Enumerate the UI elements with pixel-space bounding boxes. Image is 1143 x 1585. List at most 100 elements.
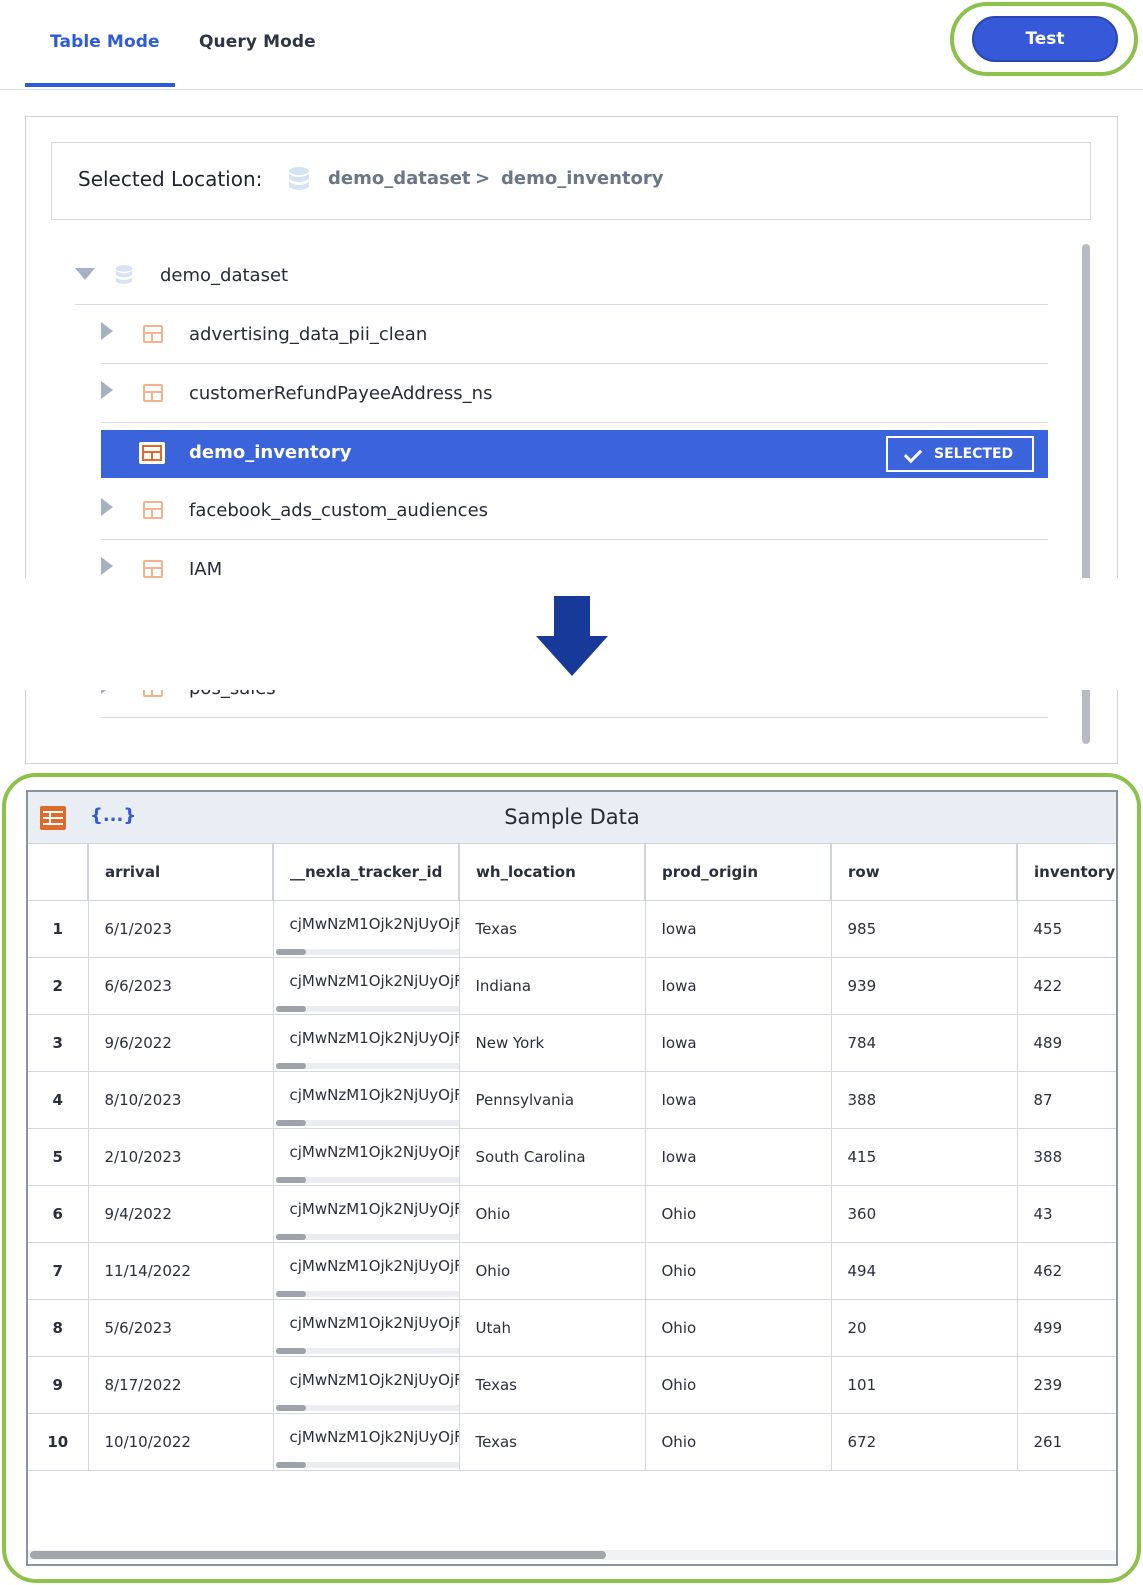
tree-root-dataset[interactable]: demo_dataset — [75, 247, 1048, 305]
tree-item-label: facebook_ads_custom_audiences — [189, 500, 489, 521]
table-cell: 672 — [831, 1413, 1018, 1471]
table-cell: cjMwNzM1Ojk2NjUyOjFy — [273, 1242, 460, 1300]
table-cell: Pennsylvania — [459, 1071, 646, 1129]
cell-scrollbar[interactable] — [275, 1176, 458, 1183]
table-cell: 6/1/2023 — [88, 900, 274, 958]
column-header[interactable]: wh_location — [459, 844, 646, 901]
check-icon — [903, 444, 923, 464]
table-cell: Utah — [459, 1299, 646, 1357]
caret-right-icon[interactable] — [101, 322, 113, 340]
caret-right-icon[interactable] — [101, 557, 113, 575]
table-cell: 489 — [1017, 1014, 1116, 1072]
caret-right-icon[interactable] — [101, 381, 113, 399]
test-button[interactable]: Test — [972, 16, 1118, 62]
tracker-id-text: cjMwNzM1Ojk2NjUyOjFy — [289, 1427, 459, 1446]
column-header[interactable]: row — [831, 844, 1018, 901]
table-cell: 10/10/2022 — [88, 1413, 274, 1471]
table-row: 6 9/4/2022 cjMwNzM1Ojk2NjUyOjFy Ohio Ohio 360… — [28, 1185, 1116, 1243]
table-icon — [143, 325, 163, 343]
table-cell: Iowa — [645, 900, 832, 958]
row-index: 3 — [28, 1014, 89, 1072]
row-index: 6 — [28, 1185, 89, 1243]
table-header-row: arrival __nexla_tracker_id wh_location p… — [28, 844, 1116, 901]
breadcrumb-table[interactable]: demo_inventory — [501, 168, 664, 189]
table-cell: cjMwNzM1Ojk2NjUyOjFy — [273, 1413, 460, 1471]
table-row: 10 10/10/2022 cjMwNzM1Ojk2NjUyOjFy Texas Ohi… — [28, 1413, 1116, 1471]
table-horizontal-scrollbar[interactable] — [28, 1550, 1116, 1560]
table-icon — [143, 384, 163, 402]
cell-scrollbar[interactable] — [275, 1404, 458, 1411]
table-icon — [143, 560, 163, 578]
tab-query-mode[interactable]: Query Mode — [199, 32, 316, 52]
table-cell: 388 — [831, 1071, 1018, 1129]
database-icon — [115, 265, 133, 284]
table-row: 9 8/17/2022 cjMwNzM1Ojk2NjUyOjFy Texas Ohio 1… — [28, 1356, 1116, 1414]
breadcrumb-dataset[interactable]: demo_dataset — [328, 168, 471, 189]
tracker-id-text: cjMwNzM1Ojk2NjUyOjFy — [289, 1028, 459, 1047]
column-header-index — [28, 844, 89, 901]
table-cell: 8/17/2022 — [88, 1356, 274, 1414]
table-cell: 985 — [831, 900, 1018, 958]
table-cell: 784 — [831, 1014, 1018, 1072]
tree-item[interactable]: advertising_data_pii_clean — [101, 306, 1048, 364]
cell-scrollbar[interactable] — [275, 1461, 458, 1468]
row-index: 10 — [28, 1413, 89, 1471]
column-header[interactable]: __nexla_tracker_id — [273, 844, 460, 901]
table-cell: Iowa — [645, 1014, 832, 1072]
table-cell: Texas — [459, 1356, 646, 1414]
table-cell: cjMwNzM1Ojk2NjUyOjFy — [273, 1356, 460, 1414]
json-view-icon[interactable]: {...} — [90, 805, 136, 826]
table-cell: 455 — [1017, 900, 1116, 958]
table-row: 7 11/14/2022 cjMwNzM1Ojk2NjUyOjFy Ohio Ohio 4… — [28, 1242, 1116, 1300]
table-cell: 8/10/2023 — [88, 1071, 274, 1129]
row-index: 9 — [28, 1356, 89, 1414]
sample-data-panel: Sample Data {...} arrival __nexla_tracke… — [26, 790, 1118, 1566]
cell-scrollbar[interactable] — [275, 1347, 458, 1354]
table-cell: South Carolina — [459, 1128, 646, 1186]
cell-scrollbar[interactable] — [275, 1290, 458, 1297]
caret-down-icon[interactable] — [75, 268, 95, 280]
cell-scrollbar[interactable] — [275, 1233, 458, 1240]
table-cell: Texas — [459, 900, 646, 958]
table-cell: cjMwNzM1Ojk2NjUyOjFy — [273, 1014, 460, 1072]
cell-scrollbar[interactable] — [275, 948, 458, 955]
table-cell: Texas — [459, 1413, 646, 1471]
column-header[interactable]: arrival — [88, 844, 274, 901]
sample-data-table: arrival __nexla_tracker_id wh_location p… — [28, 844, 1116, 1471]
caret-right-icon[interactable] — [101, 498, 113, 516]
tracker-id-text: cjMwNzM1Ojk2NjUyOjFy — [289, 914, 459, 933]
active-tab-indicator — [25, 83, 175, 87]
table-row: 8 5/6/2023 cjMwNzM1Ojk2NjUyOjFy Utah Ohio 20 4… — [28, 1299, 1116, 1357]
row-index: 4 — [28, 1071, 89, 1129]
selected-badge: SELECTED — [886, 436, 1034, 472]
row-index: 1 — [28, 900, 89, 958]
table-icon — [139, 442, 165, 464]
table-cell: Ohio — [645, 1356, 832, 1414]
cell-scrollbar[interactable] — [275, 1062, 458, 1069]
table-cell: Ohio — [645, 1413, 832, 1471]
row-index: 2 — [28, 957, 89, 1015]
table-cell: Iowa — [645, 1071, 832, 1129]
column-header[interactable]: inventory — [1017, 844, 1116, 901]
column-header[interactable]: prod_origin — [645, 844, 832, 901]
tracker-id-text: cjMwNzM1Ojk2NjUyOjFy — [289, 1256, 459, 1275]
table-cell: 2/10/2023 — [88, 1128, 274, 1186]
tree-item-label: demo_inventory — [189, 442, 352, 463]
table-cell: cjMwNzM1Ojk2NjUyOjFy — [273, 900, 460, 958]
grid-view-icon[interactable] — [40, 806, 66, 830]
tracker-id-text: cjMwNzM1Ojk2NjUyOjFy — [289, 1199, 459, 1218]
tree-item-selected[interactable]: demo_inventory SELECTED — [101, 430, 1048, 478]
table-cell: 939 — [831, 957, 1018, 1015]
cell-scrollbar[interactable] — [275, 1005, 458, 1012]
table-cell: 422 — [1017, 957, 1116, 1015]
sample-data-title: Sample Data — [504, 805, 640, 829]
tree-item[interactable]: facebook_ads_custom_audiences — [101, 482, 1048, 540]
table-cell: 499 — [1017, 1299, 1116, 1357]
tab-table-mode[interactable]: Table Mode — [50, 32, 160, 52]
tree-item[interactable]: customerRefundPayeeAddress_ns — [101, 365, 1048, 423]
table-cell: Ohio — [645, 1242, 832, 1300]
table-row: 5 2/10/2023 cjMwNzM1Ojk2NjUyOjFy South Caro… — [28, 1128, 1116, 1186]
cell-scrollbar[interactable] — [275, 1119, 458, 1126]
table-cell: 360 — [831, 1185, 1018, 1243]
table-cell: Iowa — [645, 957, 832, 1015]
